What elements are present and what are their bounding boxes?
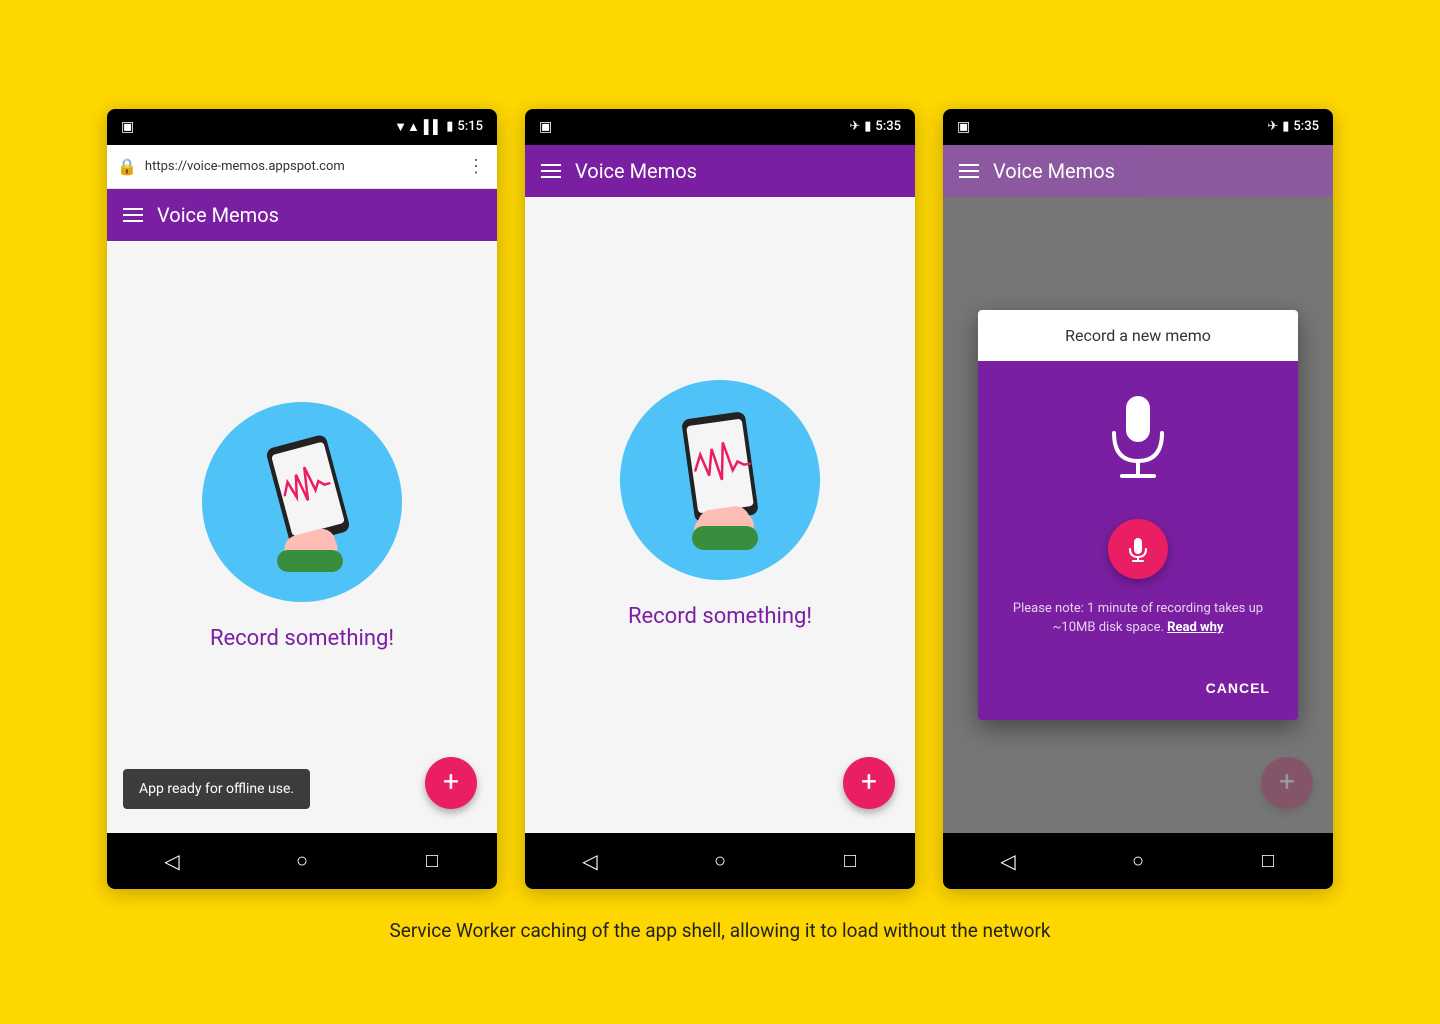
status-time-1: 5:15 xyxy=(457,119,483,134)
app-title-2: Voice Memos xyxy=(575,159,697,183)
recent-button-2[interactable]: □ xyxy=(830,841,870,881)
phone-icon: ▣ xyxy=(121,119,134,135)
record-dialog: Record a new memo xyxy=(978,310,1298,720)
app-bar-1: Voice Memos xyxy=(107,189,497,241)
status-time-2: 5:35 xyxy=(875,119,901,134)
record-button[interactable] xyxy=(1108,519,1168,579)
home-button-1[interactable]: ○ xyxy=(282,841,322,881)
record-label-2: Record something! xyxy=(628,604,812,629)
dialog-overlay: Record a new memo xyxy=(943,197,1333,833)
status-bar-1: ▣ ▼▲ ▌▌ ▮ 5:15 xyxy=(107,109,497,145)
hamburger-menu-2[interactable] xyxy=(541,164,561,178)
cancel-button[interactable]: CANCEL xyxy=(1194,672,1282,704)
snackbar-text-1: App ready for offline use. xyxy=(139,781,294,797)
phone-icon-3: ▣ xyxy=(957,119,970,135)
recent-button-3[interactable]: □ xyxy=(1248,841,1288,881)
battery-icon: ▮ xyxy=(446,119,453,134)
url-text: https://voice-memos.appspot.com xyxy=(145,159,459,174)
airplane-icon-3: ✈ xyxy=(1267,119,1278,134)
status-bar-3: ▣ ✈ ▮ 5:35 xyxy=(943,109,1333,145)
bottom-nav-2: ◁ ○ □ xyxy=(525,833,915,889)
read-why-link[interactable]: Read why xyxy=(1167,620,1223,635)
battery-icon-2: ▮ xyxy=(864,119,871,134)
app-content-3: Record a new memo xyxy=(943,197,1333,833)
dialog-title: Record a new memo xyxy=(978,310,1298,361)
bottom-nav-1: ◁ ○ □ xyxy=(107,833,497,889)
app-content-1: Record something! App ready for offline … xyxy=(107,241,497,833)
app-title-3: Voice Memos xyxy=(993,159,1115,183)
hamburger-menu-3 xyxy=(959,164,979,178)
status-time-3: 5:35 xyxy=(1293,119,1319,134)
back-button-3[interactable]: ◁ xyxy=(988,841,1028,881)
phones-container: ▣ ▼▲ ▌▌ ▮ 5:15 🔒 https://voice-memos.app… xyxy=(107,109,1333,889)
battery-icon-3: ▮ xyxy=(1282,119,1289,134)
signal-bars-icon: ▌▌ xyxy=(424,119,442,135)
app-bar-3: Voice Memos xyxy=(943,145,1333,197)
caption: Service Worker caching of the app shell,… xyxy=(389,917,1050,946)
mic-large-icon xyxy=(1098,391,1178,495)
phone-1: ▣ ▼▲ ▌▌ ▮ 5:15 🔒 https://voice-memos.app… xyxy=(107,109,497,889)
plus-icon-1: + xyxy=(443,768,459,796)
bottom-nav-3: ◁ ○ □ xyxy=(943,833,1333,889)
phone-2: ▣ ✈ ▮ 5:35 Voice Memos xyxy=(525,109,915,889)
dialog-note: Please note: 1 minute of recording takes… xyxy=(998,599,1278,638)
chrome-address-bar[interactable]: 🔒 https://voice-memos.appspot.com ⋮ xyxy=(107,145,497,189)
phone-illustration-1 xyxy=(202,402,402,602)
app-title-1: Voice Memos xyxy=(157,203,279,227)
back-button-2[interactable]: ◁ xyxy=(570,841,610,881)
dialog-actions: CANCEL xyxy=(978,664,1298,720)
lock-icon: 🔒 xyxy=(117,157,137,176)
plus-icon-2: + xyxy=(861,768,877,796)
more-options-icon[interactable]: ⋮ xyxy=(467,156,487,177)
fab-2[interactable]: + xyxy=(843,757,895,809)
home-button-3[interactable]: ○ xyxy=(1118,841,1158,881)
phone-illustration-2 xyxy=(620,380,820,580)
dialog-body: Please note: 1 minute of recording takes… xyxy=(978,361,1298,664)
phone-3: ▣ ✈ ▮ 5:35 Voice Memos Record a new memo xyxy=(943,109,1333,889)
back-button-1[interactable]: ◁ xyxy=(152,841,192,881)
phone-icon-2: ▣ xyxy=(539,119,552,135)
hamburger-menu-1[interactable] xyxy=(123,208,143,222)
record-label-1: Record something! xyxy=(210,626,394,651)
app-content-2: Record something! + xyxy=(525,197,915,833)
home-button-2[interactable]: ○ xyxy=(700,841,740,881)
airplane-icon-2: ✈ xyxy=(849,119,860,134)
wifi-signal-icon: ▼▲ xyxy=(394,119,420,135)
recent-button-1[interactable]: □ xyxy=(412,841,452,881)
app-bar-2: Voice Memos xyxy=(525,145,915,197)
fab-1[interactable]: + xyxy=(425,757,477,809)
snackbar-1: App ready for offline use. xyxy=(123,769,310,809)
status-bar-2: ▣ ✈ ▮ 5:35 xyxy=(525,109,915,145)
